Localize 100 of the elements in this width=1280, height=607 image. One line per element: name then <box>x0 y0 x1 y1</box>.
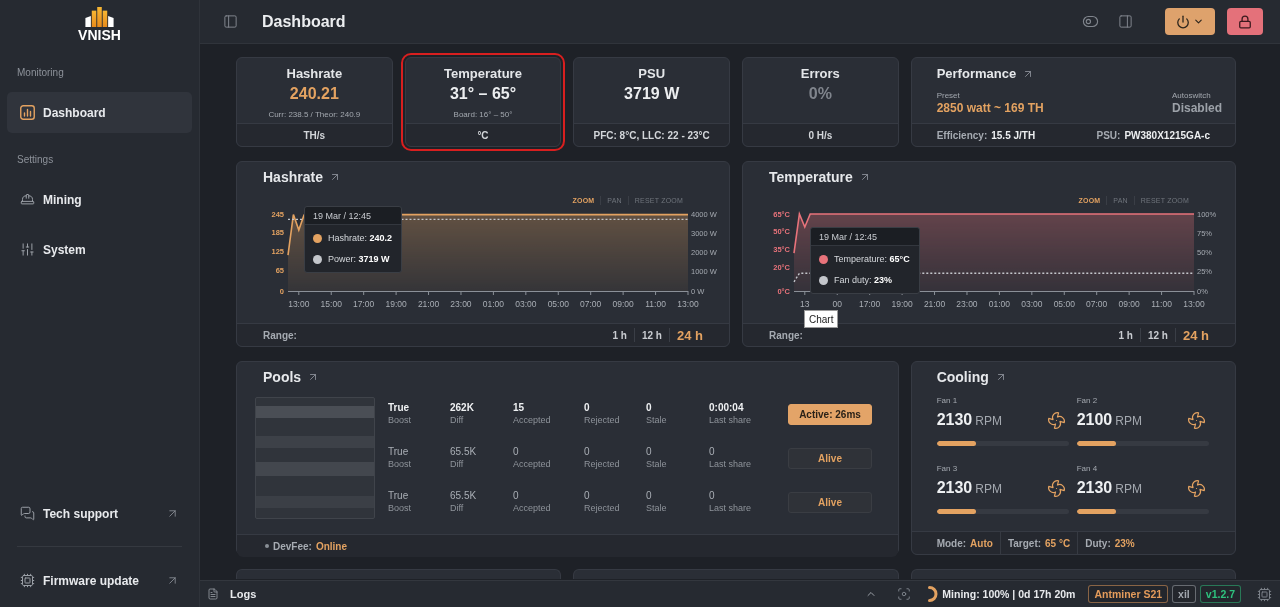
range-option[interactable]: 24 h <box>1183 327 1209 343</box>
panel-right-icon[interactable] <box>1118 14 1133 29</box>
pool-label: Last share <box>709 414 753 426</box>
pool-label: Rejected <box>584 414 621 426</box>
chip-icon <box>20 573 35 588</box>
axis-label: 21:00 <box>417 299 440 309</box>
axis-label: 05:00 <box>1053 299 1075 309</box>
status-badge: Alive <box>788 492 872 513</box>
power-menu-button[interactable] <box>1165 8 1215 35</box>
pool-value: 0 <box>584 402 591 414</box>
pool-value: 15 <box>513 402 526 414</box>
pool-label: Diff <box>450 502 465 514</box>
nav-item[interactable]: System <box>7 229 192 270</box>
lock-button[interactable] <box>1227 8 1263 35</box>
field-label: Autoswitch <box>1172 91 1212 101</box>
axis-label: 17:00 <box>353 299 375 309</box>
pool-label: Accepted <box>513 414 552 426</box>
sidebar-link[interactable]: Tech support <box>0 493 199 534</box>
footer-text: PFC: 8°C, LLC: 22 - 23°C <box>593 129 710 141</box>
footer-value: 65 °C <box>1045 537 1071 549</box>
axis-label: 11:00 <box>645 299 666 309</box>
unit-label: RPM <box>1115 482 1142 496</box>
chat-icon <box>20 506 35 521</box>
range-option[interactable]: 12 h <box>1147 329 1168 341</box>
pool-value: 0 <box>584 446 591 458</box>
unit-label: RPM <box>975 482 1002 496</box>
fan-label: Fan 4 <box>1076 464 1099 474</box>
pool-label: Boost <box>388 414 412 426</box>
footer-label: Efficiency: <box>936 129 988 141</box>
document-icon <box>207 588 219 600</box>
tooltip-text: Fan duty: 23% <box>834 275 893 285</box>
fan-speed: 2100 <box>1076 411 1113 429</box>
footer-value: Auto <box>970 537 993 549</box>
axis-label: 13:00 <box>1183 299 1205 309</box>
card-title: PSU <box>638 66 666 82</box>
stat-detail: Board: 16° – 50° <box>453 110 513 120</box>
unit-label: RPM <box>975 414 1002 428</box>
axis-label: 03:00 <box>515 299 537 309</box>
lock-icon <box>1238 14 1252 29</box>
pool-value: 65.5K <box>450 446 478 458</box>
footer-text: °C <box>477 129 489 141</box>
card-title: Pools <box>263 369 302 385</box>
pool-value: 262K <box>450 402 475 414</box>
section-label: Settings <box>16 154 54 166</box>
range-option[interactable]: 1 h <box>612 329 627 341</box>
status-badge: Alive <box>788 448 872 469</box>
pool-value: 65.5K <box>450 490 478 502</box>
pool-value: 0 <box>646 446 653 458</box>
unit-label: RPM <box>1115 414 1142 428</box>
arrow-up-right-icon <box>166 574 179 587</box>
stat-detail: Curr: 238.5 / Theor: 240.9 <box>268 110 361 120</box>
tooltip-text: Hashrate: 240.2 <box>328 233 393 243</box>
toggle-switch-icon[interactable] <box>1082 13 1099 30</box>
axis-label: 01:00 <box>482 299 505 309</box>
axis-label: 13:00 <box>677 299 699 309</box>
hard-hat-icon <box>20 192 35 207</box>
pool-value: 0 <box>513 446 520 458</box>
nav-item[interactable]: Dashboard <box>7 92 192 133</box>
sidebar-link[interactable]: Firmware update <box>0 560 199 601</box>
tag: v1.2.7 <box>1199 585 1241 603</box>
tooltip-text: Power: 3719 W <box>328 254 390 264</box>
axis-label: 15:00 <box>320 299 342 309</box>
range-option[interactable]: 12 h <box>641 329 662 341</box>
pool-label: Last share <box>709 458 753 470</box>
range-option[interactable]: 24 h <box>677 327 703 343</box>
footer-value: Online <box>315 540 348 552</box>
panel-left-icon[interactable] <box>223 14 238 29</box>
nav-item[interactable]: Mining <box>7 179 192 220</box>
fan-label: Fan 2 <box>1076 396 1099 406</box>
power-icon <box>1176 14 1190 29</box>
footer-label: Range: <box>263 329 297 341</box>
logs-button[interactable]: Logs <box>207 588 257 600</box>
pool-value: True <box>388 402 411 414</box>
footer-label: Range: <box>769 329 803 341</box>
axis-label: 00 <box>832 299 842 309</box>
range-option[interactable]: 1 h <box>1118 329 1133 341</box>
stat-value: 0% <box>808 84 832 104</box>
pool-label: Accepted <box>513 458 552 470</box>
pool-label: Last share <box>709 502 753 514</box>
axis-label: 13:00 <box>288 299 310 309</box>
chip-icon[interactable] <box>1257 586 1272 602</box>
arc-icon <box>928 586 939 602</box>
footer-label: DevFee: <box>273 540 312 552</box>
pool-value: 0 <box>709 446 716 458</box>
status-badge: Active: 26ms <box>788 404 872 425</box>
stat-value: 240.21 <box>289 84 339 104</box>
pool-value: True <box>388 490 410 502</box>
arrow-up-right-icon <box>166 507 179 520</box>
axis-label: 05:00 <box>547 299 569 309</box>
tooltip-text: Temperature: 65°C <box>834 254 910 264</box>
card-title: Temperature <box>769 169 853 185</box>
logo-icon <box>84 7 115 27</box>
card-title: Hashrate <box>263 169 323 185</box>
pool-label: Stale <box>646 458 668 470</box>
pool-value: 0:00:04 <box>709 402 745 414</box>
axis-label: 19:00 <box>891 299 913 309</box>
pool-value: 0 <box>646 490 653 502</box>
focus-frame-icon[interactable] <box>897 587 912 601</box>
stat-value: 3719 W <box>624 84 680 104</box>
axis-label: 23:00 <box>450 299 472 309</box>
